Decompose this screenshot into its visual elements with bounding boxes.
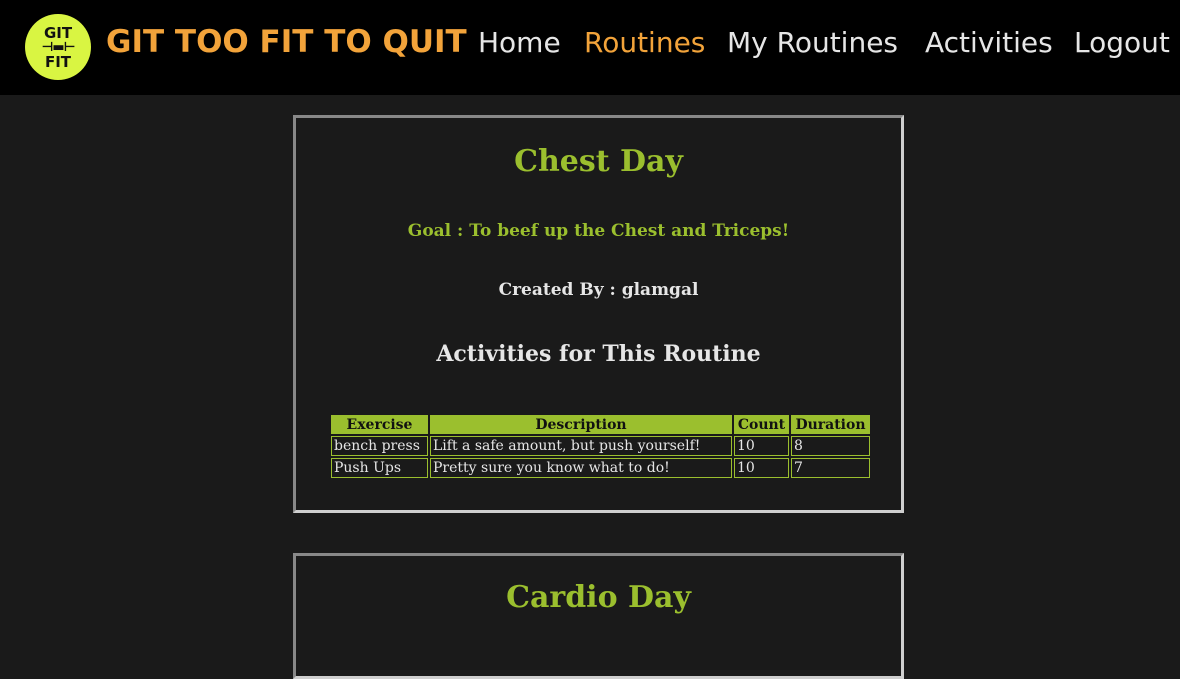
cell-description: Pretty sure you know what to do! (430, 458, 732, 478)
routine-title: Cardio Day (506, 580, 691, 615)
cell-count: 10 (734, 458, 789, 478)
activities-table: Exercise Description Count Duration benc… (329, 413, 872, 480)
cell-description: Lift a safe amount, but push yourself! (430, 436, 732, 456)
column-header-duration: Duration (791, 415, 870, 434)
logo-text-bottom: FIT (44, 52, 72, 71)
cell-exercise: Push Ups (331, 458, 428, 478)
table-header-row: Exercise Description Count Duration (331, 415, 870, 434)
routine-goal: Goal : To beef up the Chest and Triceps! (407, 221, 790, 241)
logo-text-top: GIT (43, 23, 73, 42)
column-header-description: Description (430, 415, 732, 434)
dumbbell-icon: ⊣▬⊢ (41, 39, 75, 55)
routine-card: Cardio Day (293, 553, 904, 679)
nav-home-link[interactable]: Home (478, 26, 561, 59)
cell-duration: 7 (791, 458, 870, 478)
column-header-count: Count (734, 415, 789, 434)
activities-heading: Activities for This Routine (436, 341, 761, 367)
column-header-exercise: Exercise (331, 415, 428, 434)
nav-activities-link[interactable]: Activities (925, 26, 1053, 59)
logo[interactable]: GIT ⊣▬⊢ FIT (25, 14, 91, 80)
cell-duration: 8 (791, 436, 870, 456)
navbar: GIT ⊣▬⊢ FIT GIT TOO FIT TO QUIT Home Rou… (0, 0, 1180, 95)
table-row: Push Ups Pretty sure you know what to do… (331, 458, 870, 478)
routine-card: Chest Day Goal : To beef up the Chest an… (293, 115, 904, 513)
nav-routines-link[interactable]: Routines (584, 26, 705, 59)
cell-count: 10 (734, 436, 789, 456)
nav-my-routines-link[interactable]: My Routines (727, 26, 898, 59)
nav-logout-link[interactable]: Logout (1074, 26, 1170, 59)
table-row: bench press Lift a safe amount, but push… (331, 436, 870, 456)
routine-creator: Created By : glamgal (498, 280, 699, 300)
cell-exercise: bench press (331, 436, 428, 456)
brand-title: GIT TOO FIT TO QUIT (106, 24, 467, 60)
routine-title: Chest Day (514, 144, 683, 179)
